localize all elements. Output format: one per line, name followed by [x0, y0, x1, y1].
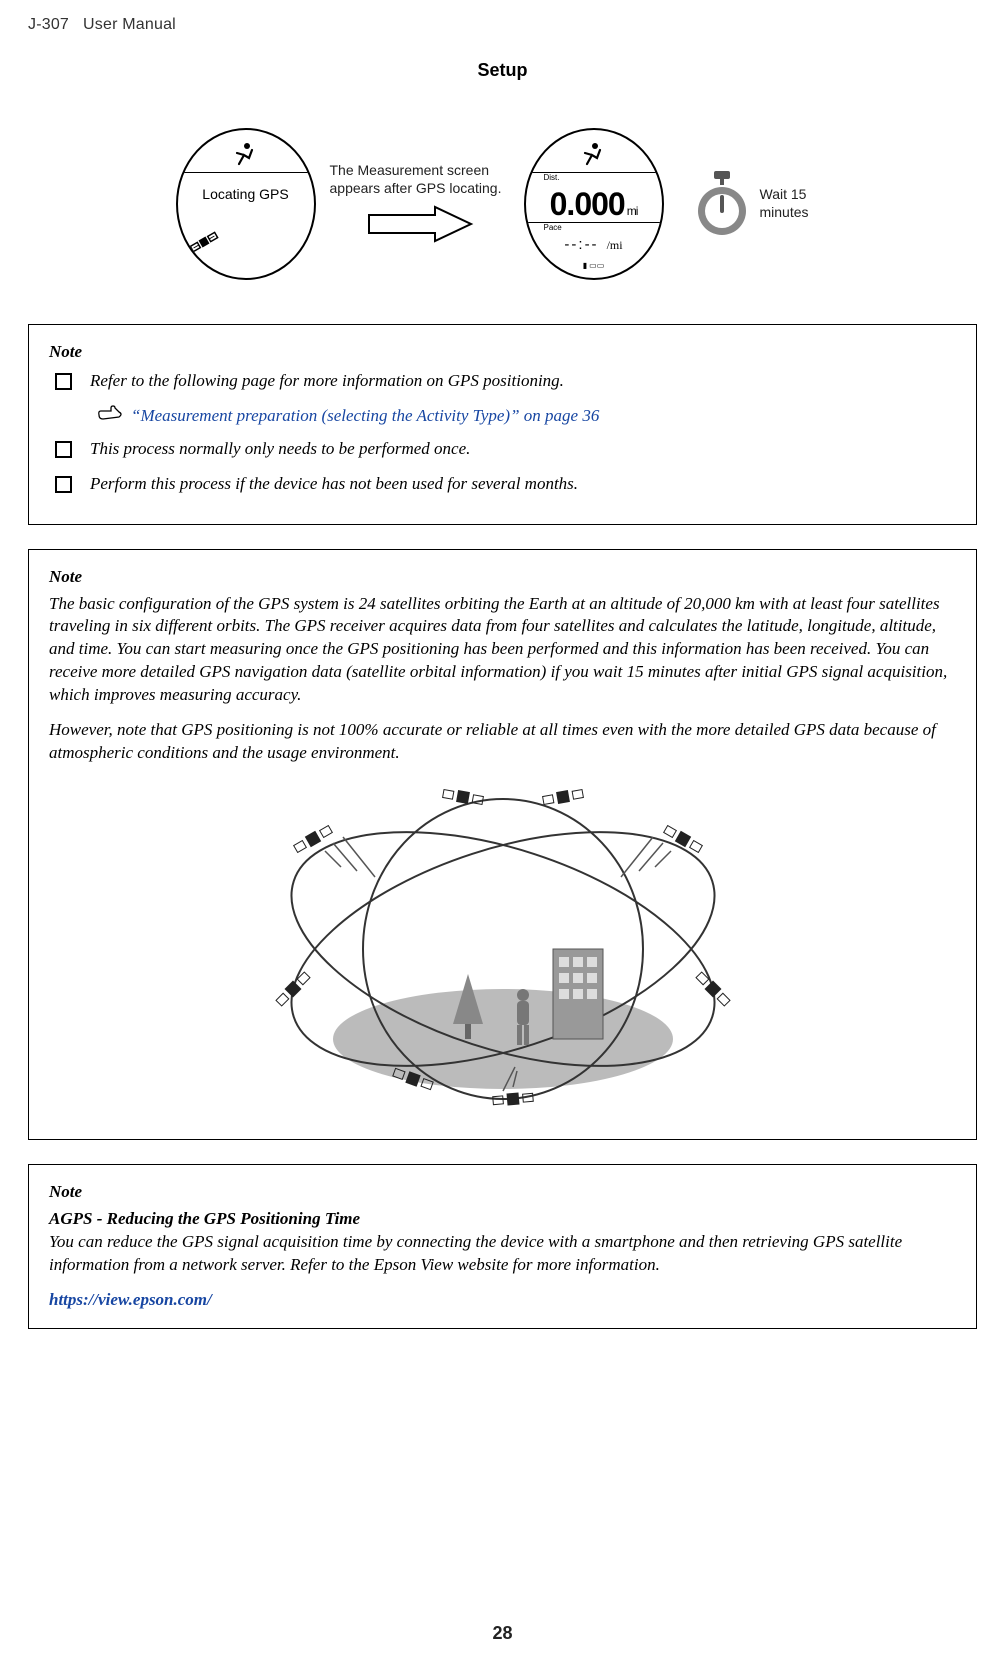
dist-value: 0.000 — [550, 186, 625, 222]
note3-subtitle: AGPS - Reducing the GPS Positioning Time — [49, 1208, 956, 1231]
note-box-3: Note AGPS - Reducing the GPS Positioning… — [28, 1164, 977, 1329]
note-title: Note — [49, 1181, 956, 1204]
arrow-icon — [365, 203, 475, 245]
note-box-1: Note Refer to the following page for mor… — [28, 324, 977, 525]
note1-item-text: Perform this process if the device has n… — [90, 473, 578, 496]
dist-unit: mi — [627, 204, 638, 218]
doc-type: User Manual — [83, 16, 176, 33]
note1-item: This process normally only needs to be p… — [49, 438, 956, 461]
bullet-icon — [55, 476, 72, 493]
note1-item: Perform this process if the device has n… — [49, 473, 956, 496]
bullet-icon — [55, 441, 72, 458]
epson-view-link[interactable]: https://view.epson.com/ — [49, 1290, 212, 1309]
dist-label: Dist. — [544, 173, 560, 184]
note2-para1: The basic configuration of the GPS syste… — [49, 593, 956, 708]
gps-transition-diagram: Locating GPS The Measurement screen appe… — [28, 128, 977, 280]
pace-unit: /mi — [607, 237, 623, 253]
note1-item-text: Refer to the following page for more inf… — [90, 370, 564, 393]
status-icons: ▮ ▭▭ — [583, 261, 605, 272]
pointer-icon — [97, 405, 123, 421]
note-title: Note — [49, 341, 956, 364]
note3-body: You can reduce the GPS signal acquisitio… — [49, 1231, 956, 1277]
model-number: J-307 — [28, 16, 69, 33]
transition-caption: The Measurement screen appears after GPS… — [330, 162, 510, 197]
gps-illustration — [49, 779, 956, 1119]
note1-item: Refer to the following page for more inf… — [49, 370, 956, 393]
page-number: 28 — [0, 1621, 1005, 1645]
note2-para2: However, note that GPS positioning is no… — [49, 719, 956, 765]
note-box-2: Note The basic configuration of the GPS … — [28, 549, 977, 1141]
cross-reference[interactable]: “Measurement preparation (selecting the … — [97, 405, 956, 428]
wait-label: Wait 15 minutes — [760, 186, 830, 221]
header: J-307 User Manual — [28, 14, 977, 36]
runner-icon — [579, 142, 609, 166]
stopwatch-icon — [694, 169, 750, 239]
pace-value: --:-- — [564, 235, 598, 255]
satellite-icon — [188, 226, 220, 258]
cross-reference-text: “Measurement preparation (selecting the … — [131, 405, 599, 428]
locating-label: Locating GPS — [202, 185, 288, 204]
note-title: Note — [49, 566, 956, 589]
bullet-icon — [55, 373, 72, 390]
section-title: Setup — [28, 58, 977, 82]
watch-screen-locating: Locating GPS — [176, 128, 316, 280]
watch-screen-measurement: Dist. 0.000mi Pace --:-- /mi ▮ ▭▭ — [524, 128, 664, 280]
runner-icon — [231, 142, 261, 166]
pace-label: Pace — [544, 223, 562, 234]
note1-item-text: This process normally only needs to be p… — [90, 438, 470, 461]
